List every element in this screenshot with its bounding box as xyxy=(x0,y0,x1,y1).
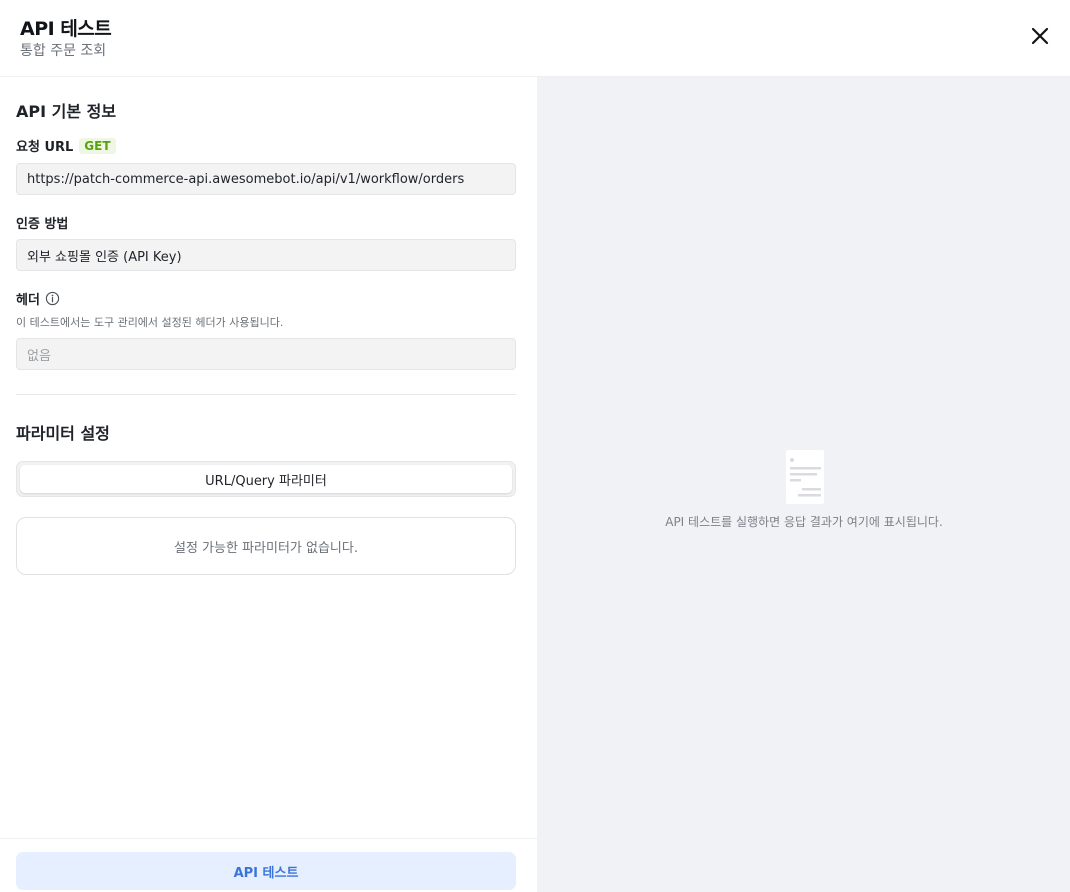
close-button[interactable] xyxy=(1030,26,1050,46)
api-test-button[interactable]: API 테스트 xyxy=(16,852,516,890)
result-empty-message: API 테스트를 실행하면 응답 결과가 여기에 표시됩니다. xyxy=(665,515,943,529)
request-url-label-text: 요청 URL xyxy=(16,140,74,155)
tab-url-query-params[interactable]: URL/Query 파라미터 xyxy=(20,465,512,493)
params-title: 파라미터 설정 xyxy=(16,424,110,443)
auth-method-field[interactable]: 외부 쇼핑몰 인증 (API Key) xyxy=(16,239,516,271)
headers-field[interactable]: 없음 xyxy=(16,338,516,370)
headers-label: 헤더 xyxy=(16,289,60,308)
headers-helper-text: 이 테스트에서는 도구 관리에서 설정된 헤더가 사용됩니다. xyxy=(16,316,284,329)
info-icon[interactable] xyxy=(45,291,60,306)
result-panel: API 테스트를 실행하면 응답 결과가 여기에 표시됩니다. xyxy=(537,77,1070,892)
method-badge: GET xyxy=(79,137,116,154)
request-url-label: 요청 URL GET xyxy=(16,136,116,155)
panel-footer: API 테스트 xyxy=(0,838,537,892)
dialog-title: API 테스트 xyxy=(20,18,112,40)
headers-label-text: 헤더 xyxy=(16,293,40,308)
dialog-subtitle: 통합 주문 조회 xyxy=(20,43,107,59)
close-icon xyxy=(1031,27,1049,45)
params-tabs: URL/Query 파라미터 xyxy=(16,461,516,497)
request-url-field[interactable]: https://patch-commerce-api.awesomebot.io… xyxy=(16,163,516,195)
auth-method-label: 인증 방법 xyxy=(16,217,69,232)
config-panel: API 기본 정보 요청 URL GET https://patch-comme… xyxy=(0,77,537,892)
dialog-header: API 테스트 통합 주문 조회 xyxy=(0,0,1070,77)
basic-info-title: API 기본 정보 xyxy=(16,102,117,121)
document-icon xyxy=(786,450,824,504)
section-divider xyxy=(16,394,516,395)
